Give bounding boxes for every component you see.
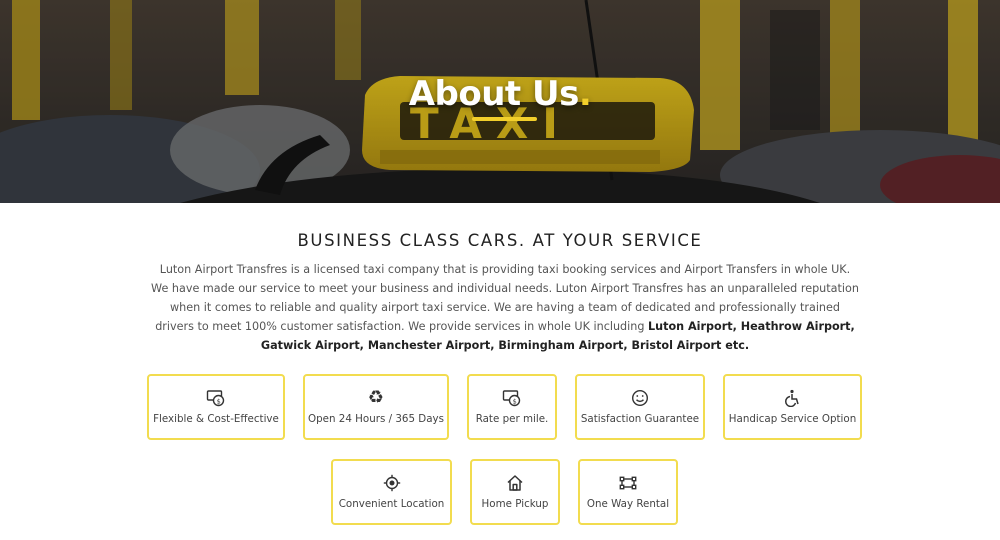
feature-card-flexible: $ Flexible & Cost-Effective [147, 374, 285, 440]
feature-label: Open 24 Hours / 365 Days [308, 413, 444, 425]
home-icon [472, 473, 558, 493]
recycle-icon: ♻ [367, 387, 385, 408]
feature-card-satisfaction: Satisfaction Guarantee [575, 374, 705, 440]
feature-card-convenient-location: Convenient Location [331, 459, 452, 525]
title-underline [472, 117, 537, 121]
feature-label: Home Pickup [481, 498, 549, 510]
section-heading: BUSINESS CLASS CARS. AT YOUR SERVICE [297, 231, 703, 250]
smile-icon [577, 388, 703, 408]
svg-text:$: $ [513, 397, 517, 405]
feature-card-rate-per-mile: $ Rate per mile. [467, 374, 557, 440]
wheelchair-icon [725, 388, 860, 408]
feature-label: Flexible & Cost-Effective [153, 413, 279, 425]
route-icon [580, 473, 676, 493]
feature-label: Handicap Service Option [728, 413, 857, 425]
feature-card-handicap: Handicap Service Option [723, 374, 862, 440]
hero-banner: TAXI About Us. [0, 0, 1000, 203]
feature-card-one-way-rental: One Way Rental [578, 459, 678, 525]
svg-text:$: $ [217, 397, 221, 405]
page-title: About Us. [408, 74, 592, 114]
money-icon: $ [469, 388, 555, 408]
money-icon: $ [149, 388, 283, 408]
feature-label: Satisfaction Guarantee [580, 413, 700, 425]
feature-label: Convenient Location [338, 498, 445, 510]
feature-card-home-pickup: Home Pickup [470, 459, 560, 525]
intro-paragraph: Luton Airport Transfres is a licensed ta… [150, 260, 860, 355]
location-target-icon [333, 473, 450, 493]
feature-card-open-24-hours: ♻ Open 24 Hours / 365 Days [303, 374, 449, 440]
feature-label: Rate per mile. [475, 413, 549, 425]
feature-label: One Way Rental [586, 498, 670, 510]
